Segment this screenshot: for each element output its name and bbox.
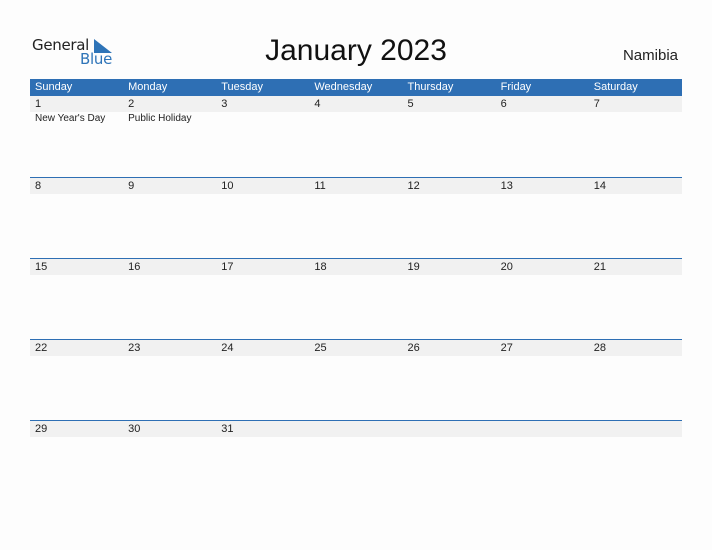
day-number: 27 [500, 342, 513, 354]
day-number: 29 [35, 423, 48, 435]
day-number: 18 [314, 261, 327, 273]
day-number: 23 [128, 342, 141, 354]
holiday-label: Public Holiday [128, 113, 192, 124]
weekday-saturday: Saturday [593, 81, 638, 93]
weekday-header: Sunday Monday Tuesday Wednesday Thursday… [30, 79, 682, 96]
day-number: 21 [593, 261, 606, 273]
date-strip: 8 9 10 11 12 13 14 [30, 178, 682, 194]
day-number: 20 [500, 261, 513, 273]
weekday-tuesday: Tuesday [221, 81, 264, 93]
day-number [403, 421, 496, 437]
day-number: 6 [500, 98, 507, 110]
day-number: 12 [407, 180, 420, 192]
day-number: 15 [35, 261, 48, 273]
day-number: 30 [128, 423, 141, 435]
calendar-grid: Sunday Monday Tuesday Wednesday Thursday… [30, 79, 682, 501]
week-row: 29 30 31 [30, 420, 682, 501]
week-row: 15 16 17 18 19 20 21 [30, 258, 682, 339]
day-number: 8 [35, 180, 42, 192]
day-number [309, 421, 402, 437]
date-strip: 22 23 24 25 26 27 28 [30, 340, 682, 356]
date-strip: 15 16 17 18 19 20 21 [30, 259, 682, 275]
day-number: 1 [35, 98, 42, 110]
day-number: 9 [128, 180, 135, 192]
day-number: 11 [314, 180, 326, 192]
day-number: 16 [128, 261, 141, 273]
holiday-label [216, 112, 309, 126]
week-row: 1 2 3 4 5 6 7 New Year's Day Public Holiday [30, 96, 682, 177]
holiday-label [589, 112, 682, 126]
day-number: 2 [128, 98, 135, 110]
week-row: 22 23 24 25 26 27 28 [30, 339, 682, 420]
holiday-label [309, 112, 402, 126]
day-number: 25 [314, 342, 327, 354]
day-number: 24 [221, 342, 234, 354]
weekday-sunday: Sunday [35, 81, 73, 93]
week-row: 8 9 10 11 12 13 14 [30, 177, 682, 258]
weekday-friday: Friday [500, 81, 532, 93]
holiday-label [496, 112, 589, 126]
day-number: 28 [593, 342, 606, 354]
day-number: 3 [221, 98, 228, 110]
day-number: 19 [407, 261, 420, 273]
day-number: 26 [407, 342, 420, 354]
day-number: 5 [407, 98, 414, 110]
date-strip: 29 30 31 [30, 421, 682, 437]
day-number: 4 [314, 98, 321, 110]
day-number: 14 [593, 180, 606, 192]
day-number: 22 [35, 342, 48, 354]
weekday-wednesday: Wednesday [314, 81, 373, 93]
day-number: 10 [221, 180, 234, 192]
day-number: 13 [500, 180, 513, 192]
day-number [496, 421, 589, 437]
day-number: 7 [593, 98, 600, 110]
country-label: Namibia [622, 47, 678, 64]
holiday-label [403, 112, 496, 126]
events-row: New Year's Day Public Holiday [30, 112, 682, 126]
day-number: 17 [221, 261, 234, 273]
date-strip: 1 2 3 4 5 6 7 [30, 96, 682, 112]
day-number [589, 421, 682, 437]
weekday-thursday: Thursday [407, 81, 454, 93]
holiday-label: New Year's Day [35, 113, 106, 124]
weekday-monday: Monday [128, 81, 168, 93]
day-number: 31 [221, 423, 234, 435]
page-title: January 2023 [265, 34, 447, 67]
